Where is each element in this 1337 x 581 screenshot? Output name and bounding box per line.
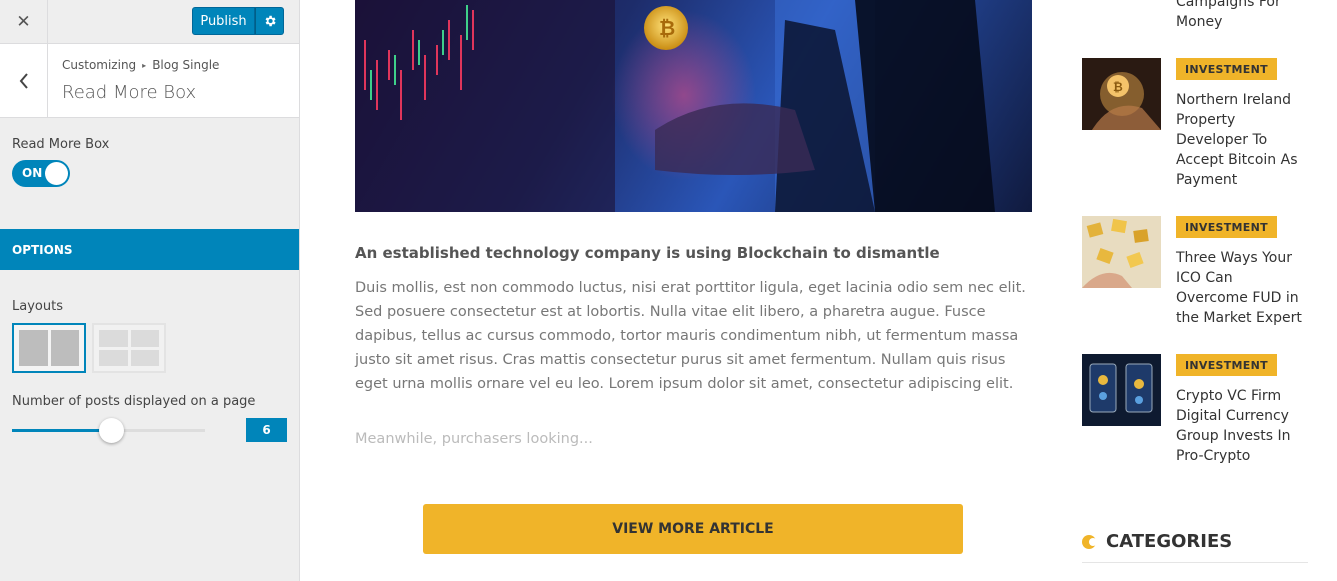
layouts-label: Layouts — [12, 299, 63, 314]
read-more-box-label: Read More Box — [12, 137, 110, 152]
category-badge[interactable]: INVESTMENT — [1176, 216, 1277, 238]
layout-column — [99, 330, 128, 366]
posts-per-page-label: Number of posts displayed on a page — [12, 394, 256, 409]
category-badge[interactable]: INVESTMENT — [1176, 354, 1277, 376]
svg-text:₿: ₿ — [659, 16, 675, 40]
options-section-header[interactable]: OPTIONS — [0, 229, 299, 270]
category-badge[interactable]: INVESTMENT — [1176, 58, 1277, 80]
customizer-panel: ✕ Publish Customizing ▸ Blog Single Read… — [0, 0, 300, 581]
article-hero-image: ₿ — [355, 0, 1032, 212]
posts-slider-fill — [12, 429, 112, 432]
layout-block — [50, 330, 79, 366]
layout-column — [130, 330, 159, 366]
breadcrumb-item: Blog Single — [152, 58, 220, 72]
article-lead: An established technology company is usi… — [355, 244, 940, 262]
toggle-knob — [45, 162, 68, 185]
sidebar-item-title-cut[interactable]: Campaigns For Money — [1176, 0, 1316, 32]
read-more-toggle[interactable]: ON — [12, 160, 70, 187]
svg-text:₿: ₿ — [1113, 80, 1123, 94]
categories-divider — [1082, 562, 1308, 563]
gear-icon[interactable] — [255, 7, 284, 35]
layout-option-list[interactable] — [92, 323, 166, 373]
posts-value-box[interactable]: 6 — [246, 418, 287, 442]
layout-option-two-column[interactable] — [12, 323, 86, 373]
section-title: Read More Box — [62, 82, 197, 103]
chevron-left-icon[interactable] — [0, 44, 48, 117]
customizer-header-bar: ✕ Publish — [0, 0, 299, 44]
layout-block — [19, 330, 48, 366]
sidebar-post-title[interactable]: Northern Ireland Property Developer To A… — [1176, 90, 1308, 190]
categories-heading: CATEGORIES — [1082, 531, 1232, 552]
post-thumbnail[interactable] — [1082, 354, 1161, 426]
breadcrumb-item: Customizing — [62, 58, 137, 72]
posts-slider-handle[interactable] — [99, 418, 124, 443]
toggle-state-label: ON — [22, 166, 43, 180]
close-icon[interactable]: ✕ — [0, 0, 48, 43]
publish-group: Publish — [192, 7, 284, 35]
heading-dot-icon — [1082, 534, 1097, 549]
view-more-article-button[interactable]: VIEW MORE ARTICLE — [423, 504, 963, 554]
post-thumbnail[interactable] — [1082, 216, 1161, 288]
publish-button[interactable]: Publish — [192, 7, 255, 35]
section-header: Customizing ▸ Blog Single Read More Box — [0, 44, 299, 118]
triangle-right-icon: ▸ — [142, 60, 147, 70]
article-excerpt-fade: Meanwhile, purchasers looking... — [355, 431, 593, 447]
sidebar-post-title[interactable]: Three Ways Your ICO Can Overcome FUD in … — [1176, 248, 1308, 328]
article-body: Duis mollis, est non commodo luctus, nis… — [355, 280, 1026, 392]
sidebar-post-title[interactable]: Crypto VC Firm Digital Currency Group In… — [1176, 386, 1308, 466]
breadcrumb: Customizing ▸ Blog Single — [62, 58, 219, 72]
post-thumbnail[interactable]: ₿ — [1082, 58, 1161, 130]
categories-title: CATEGORIES — [1106, 531, 1233, 552]
